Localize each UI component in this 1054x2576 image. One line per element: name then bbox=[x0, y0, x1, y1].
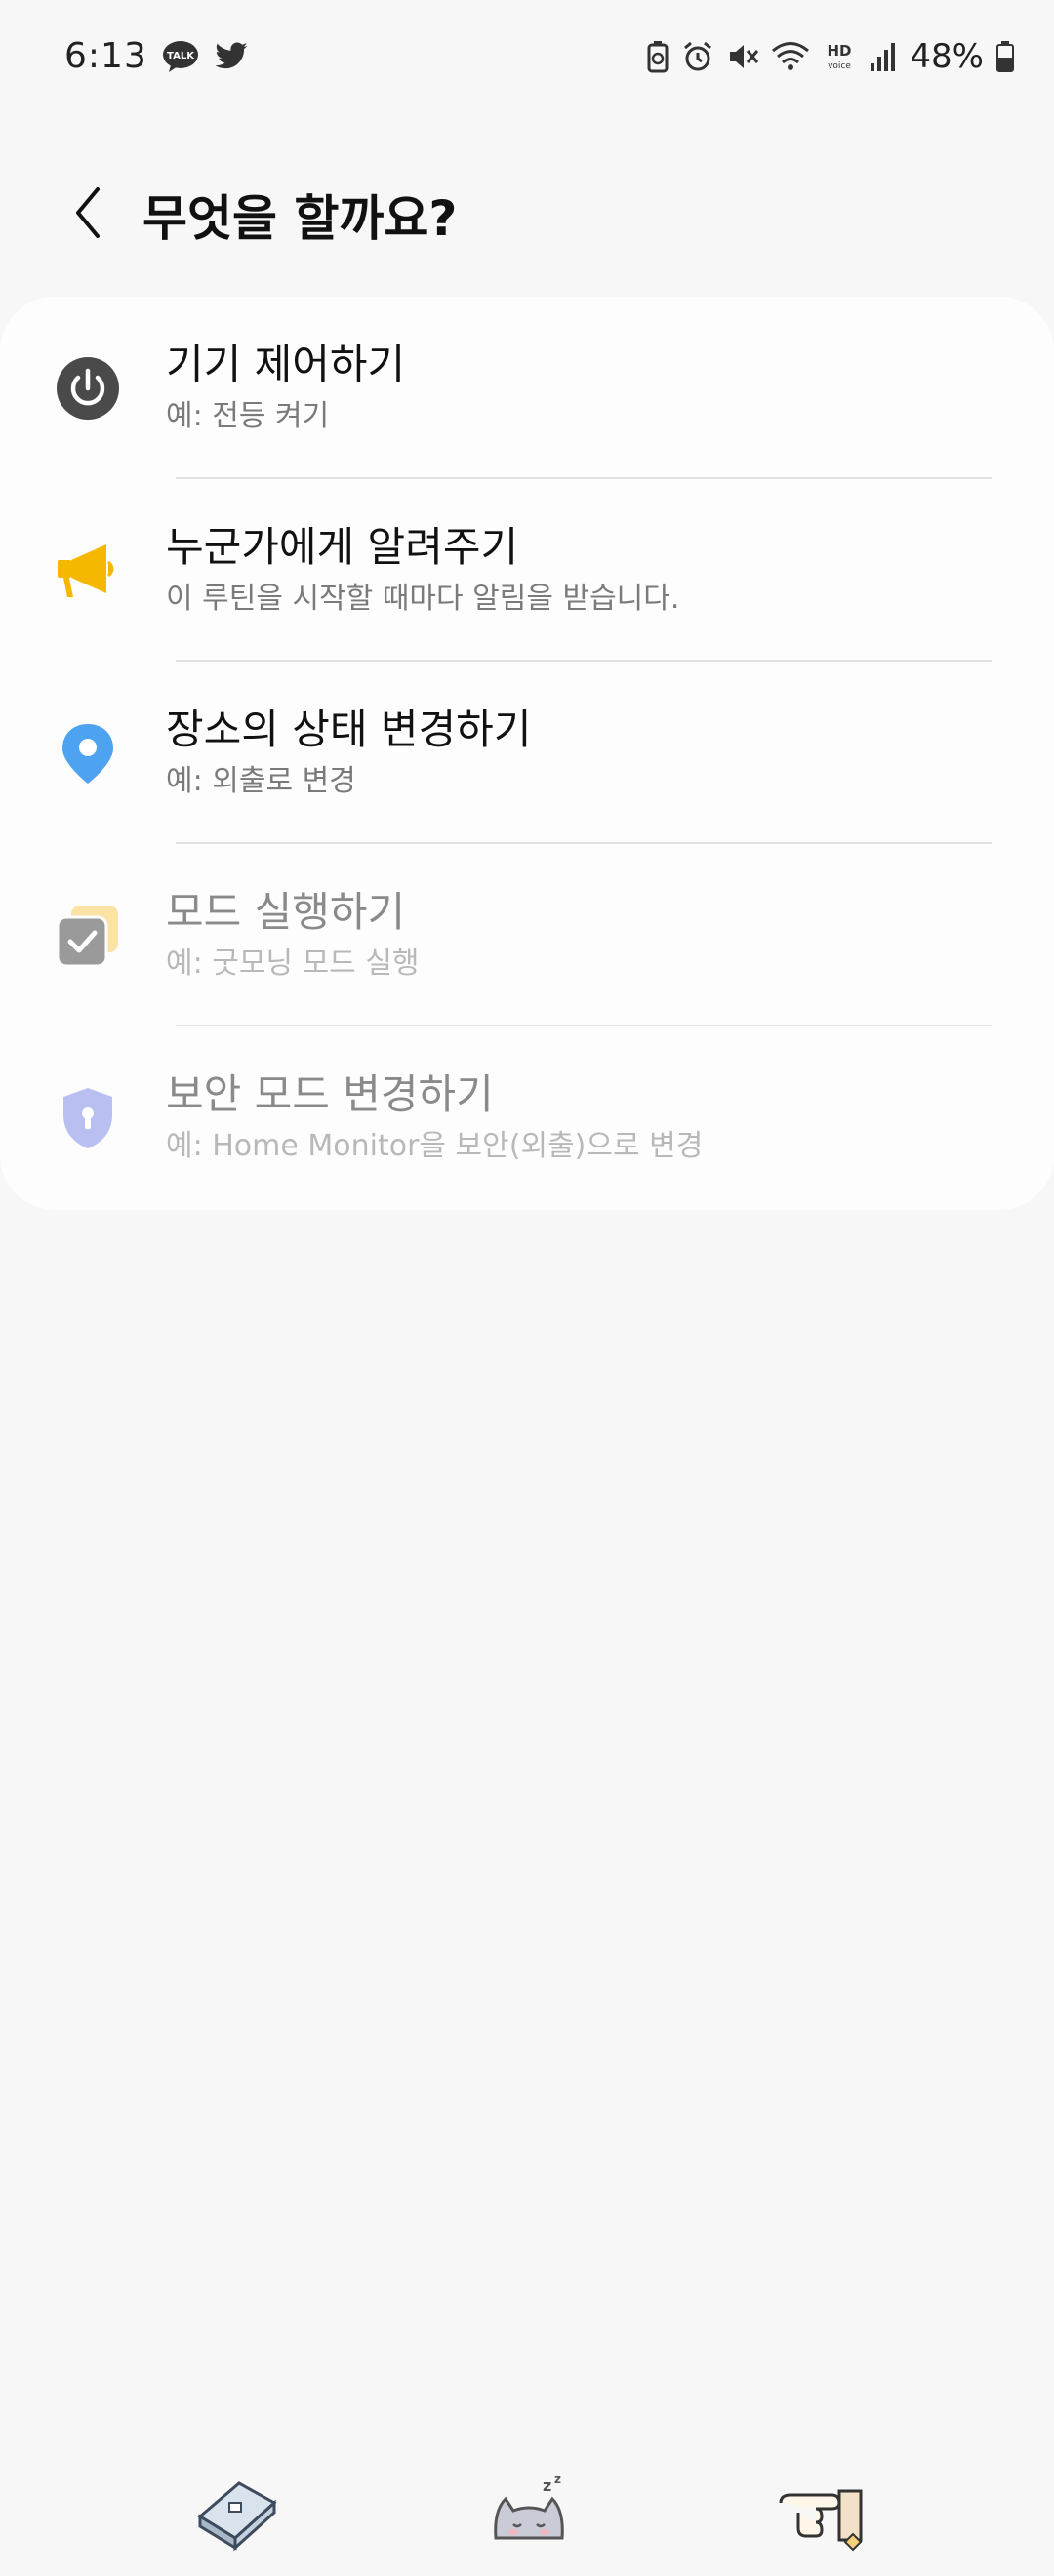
action-item-change-security-mode[interactable]: 보안 모드 변경하기 예: Home Monitor을 보안(외출)으로 변경 bbox=[0, 1026, 1054, 1209]
talk-icon: TALK bbox=[161, 40, 200, 73]
svg-text:HD: HD bbox=[828, 42, 852, 60]
svg-text:z: z bbox=[543, 2476, 551, 2495]
status-left: 6:13 TALK bbox=[64, 36, 249, 76]
status-time: 6:13 bbox=[64, 36, 147, 76]
alarm-icon bbox=[681, 40, 714, 73]
bottom-nav: z z bbox=[0, 2459, 1054, 2576]
action-title: 보안 모드 변경하기 bbox=[166, 1069, 494, 1118]
action-item-run-mode[interactable]: 모드 실행하기 예: 굿모닝 모드 실행 bbox=[0, 844, 1054, 1026]
status-right: HD voice 48% bbox=[646, 37, 1015, 76]
svg-text:voice: voice bbox=[829, 61, 852, 71]
action-item-device-control[interactable]: 기기 제어하기 예: 전등 켜기 bbox=[0, 297, 1054, 479]
action-subtitle: 예: 외출로 변경 bbox=[166, 763, 356, 798]
power-icon bbox=[53, 353, 123, 423]
action-text: 보안 모드 변경하기 예: Home Monitor을 보안(외출)으로 변경 bbox=[166, 1068, 995, 1168]
action-subtitle: 예: Home Monitor을 보안(외출)으로 변경 bbox=[166, 1128, 704, 1163]
action-title: 모드 실행하기 bbox=[166, 887, 406, 936]
action-title: 기기 제어하기 bbox=[166, 340, 406, 388]
action-text: 장소의 상태 변경하기 예: 외출로 변경 bbox=[166, 704, 995, 803]
mode-check-icon bbox=[53, 901, 123, 971]
action-list-card: 기기 제어하기 예: 전등 켜기 누군가에게 알려주기 이 루틴을 시작할 때마… bbox=[0, 297, 1054, 1210]
back-icon bbox=[68, 183, 107, 246]
header: 무엇을 할까요? bbox=[0, 166, 1054, 263]
battery-saver-icon bbox=[646, 40, 669, 73]
book-icon[interactable] bbox=[187, 2469, 285, 2556]
action-item-change-location-state[interactable]: 장소의 상태 변경하기 예: 외출로 변경 bbox=[0, 662, 1054, 844]
shield-lock-icon bbox=[53, 1083, 123, 1153]
action-text: 기기 제어하기 예: 전등 켜기 bbox=[166, 339, 995, 438]
mute-icon bbox=[726, 40, 759, 73]
hd-voice-icon: HD voice bbox=[822, 40, 857, 73]
wifi-icon bbox=[771, 40, 810, 73]
action-subtitle: 예: 전등 켜기 bbox=[166, 398, 330, 433]
svg-text:z: z bbox=[554, 2474, 561, 2486]
action-text: 누군가에게 알려주기 이 루틴을 시작할 때마다 알림을 받습니다. bbox=[166, 521, 995, 621]
action-subtitle: 예: 굿모닝 모드 실행 bbox=[166, 946, 420, 981]
megaphone-icon bbox=[53, 536, 123, 606]
svg-text:TALK: TALK bbox=[167, 51, 195, 61]
sleeping-cat-icon[interactable]: z z bbox=[480, 2469, 578, 2556]
action-title: 누군가에게 알려주기 bbox=[166, 522, 519, 571]
battery-icon bbox=[995, 40, 1015, 73]
action-title: 장소의 상태 변경하기 bbox=[166, 704, 532, 753]
action-text: 모드 실행하기 예: 굿모닝 모드 실행 bbox=[166, 886, 995, 986]
pointing-hand-icon[interactable] bbox=[775, 2469, 872, 2556]
twitter-icon bbox=[214, 41, 249, 72]
action-subtitle: 이 루틴을 시작할 때마다 알림을 받습니다. bbox=[166, 581, 680, 616]
page-title: 무엇을 할까요? bbox=[142, 190, 458, 247]
back-button[interactable] bbox=[49, 176, 127, 254]
action-item-notify-someone[interactable]: 누군가에게 알려주기 이 루틴을 시작할 때마다 알림을 받습니다. bbox=[0, 479, 1054, 662]
battery-percent: 48% bbox=[910, 36, 984, 76]
location-pin-icon bbox=[53, 718, 123, 788]
signal-icon bbox=[869, 40, 898, 73]
status-bar: 6:13 TALK HD voice 48% bbox=[0, 0, 1054, 112]
